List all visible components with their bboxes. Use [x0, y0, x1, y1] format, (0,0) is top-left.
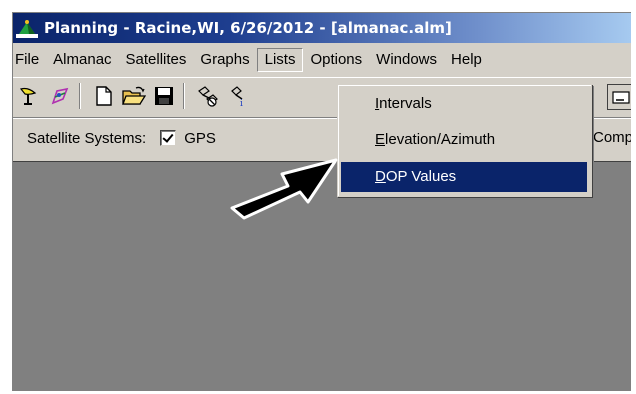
menu-satellites[interactable]: Satellites [119, 48, 194, 72]
menu-windows[interactable]: Windows [369, 48, 444, 72]
gps-checkbox-label[interactable]: GPS [184, 130, 216, 147]
open-folder-icon[interactable] [121, 83, 147, 109]
gps-checkbox[interactable] [160, 130, 177, 146]
title-bar[interactable]: Planning - Racine,WI, 6/26/2012 - [alman… [13, 13, 631, 43]
satellite-icon[interactable] [47, 83, 73, 109]
window-title: Planning - Racine,WI, 6/26/2012 - [alman… [44, 19, 452, 37]
dop-accelerator: D [375, 168, 386, 185]
intervals-label: ntervals [379, 95, 432, 112]
menu-item-elevation-azimuth[interactable]: Elevation/Azimuth [341, 125, 587, 155]
menu-almanac[interactable]: Almanac [46, 48, 118, 72]
toolbar-separator [183, 83, 185, 109]
pointer-arrow-icon [230, 158, 338, 220]
menu-help[interactable]: Help [444, 48, 489, 72]
satellite-info-icon[interactable]: i [225, 83, 251, 109]
compass-checkbox-label[interactable]: Comp [593, 129, 631, 146]
toolbar-separator [79, 83, 81, 109]
satellite-delete-icon[interactable] [195, 83, 221, 109]
elevation-accelerator: E [375, 131, 386, 148]
antenna-icon[interactable] [17, 83, 43, 109]
lists-dropdown-menu: Intervals Elevation/Azimuth DOP Values [337, 84, 592, 197]
dop-values-label: OP Values [385, 168, 457, 185]
save-icon[interactable] [151, 83, 177, 109]
menu-graphs[interactable]: Graphs [193, 48, 256, 72]
window-layout-button[interactable] [607, 84, 631, 110]
app-logo-icon [16, 17, 38, 39]
menu-options[interactable]: Options [303, 48, 369, 72]
menu-item-intervals[interactable]: Intervals [341, 89, 587, 119]
elevation-azimuth-label: levation/Azimuth [385, 131, 496, 148]
new-file-icon[interactable] [91, 83, 117, 109]
menu-lists[interactable]: Lists [256, 48, 304, 72]
menu-bar: File Almanac Satellites Graphs Lists Opt… [13, 47, 631, 73]
menu-file[interactable]: File [13, 48, 46, 72]
menu-item-dop-values[interactable]: DOP Values [341, 162, 587, 192]
satellite-systems-label: Satellite Systems: [27, 129, 147, 147]
svg-text:i: i [240, 99, 243, 107]
